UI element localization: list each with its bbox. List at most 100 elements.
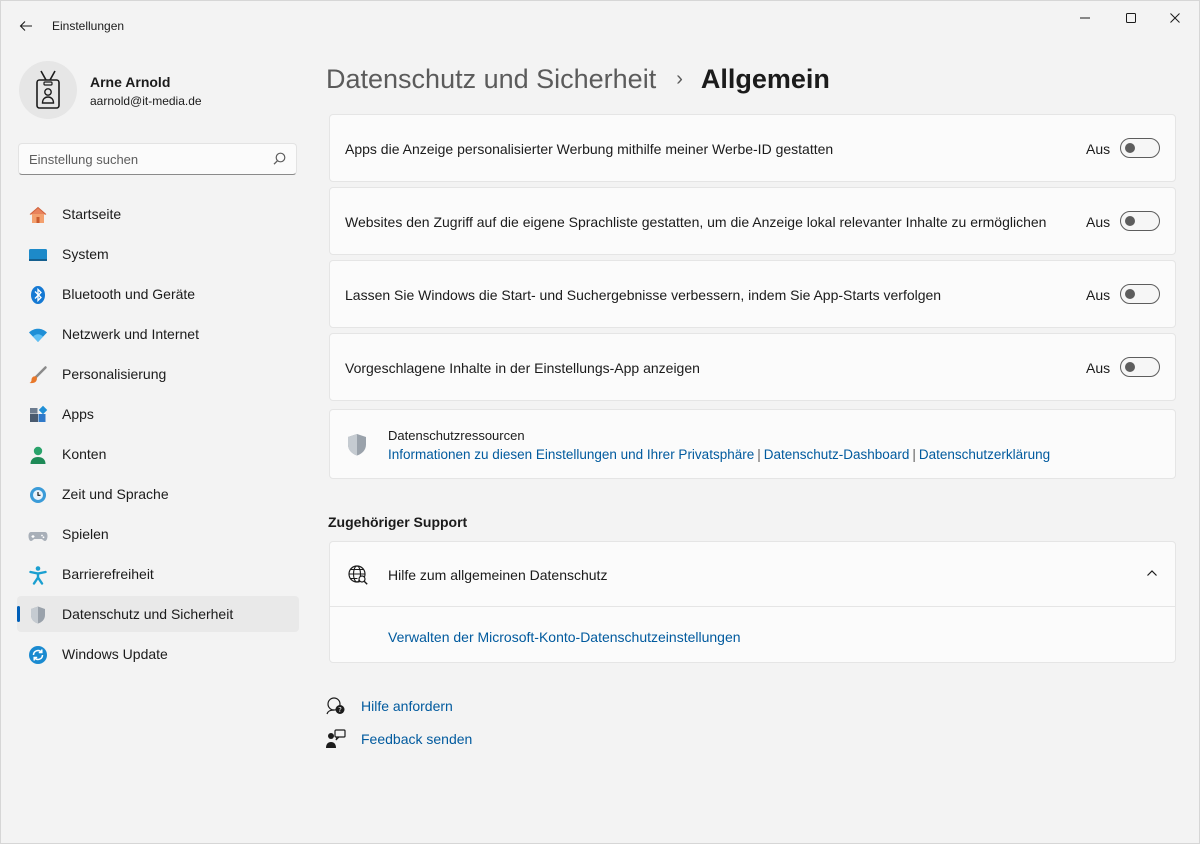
setting-card-vorgeschlagene-inhalte: Vorgeschlagene Inhalte in der Einstellun… bbox=[329, 333, 1176, 401]
toggle-knob bbox=[1125, 143, 1135, 153]
privacy-resources-card: Datenschutzressourcen Informationen zu d… bbox=[329, 409, 1176, 479]
brush-icon bbox=[28, 365, 48, 385]
sidebar-item-label: Zeit und Sprache bbox=[62, 486, 169, 502]
maximize-icon bbox=[1126, 13, 1136, 23]
sidebar-item-system[interactable]: System bbox=[17, 236, 299, 272]
toggle-switch[interactable] bbox=[1120, 138, 1160, 158]
link-separator: | bbox=[757, 447, 761, 462]
sidebar-item-konten[interactable]: Konten bbox=[17, 436, 299, 472]
sidebar-item-windows-update[interactable]: Windows Update bbox=[17, 636, 299, 672]
minimize-button[interactable] bbox=[1063, 1, 1107, 35]
page-title: Allgemein bbox=[700, 63, 830, 94]
sidebar-item-spielen[interactable]: Spielen bbox=[17, 516, 299, 552]
sidebar-item-netzwerk[interactable]: Netzwerk und Internet bbox=[17, 316, 299, 352]
setting-card-app-starts: Lassen Sie Windows die Start- und Sucher… bbox=[329, 260, 1176, 328]
resources-links: Informationen zu diesen Einstellungen un… bbox=[388, 447, 1050, 462]
sidebar-item-label: System bbox=[62, 246, 109, 262]
privacy-statement-link[interactable]: Datenschutzerklärung bbox=[919, 447, 1050, 462]
bluetooth-icon bbox=[28, 285, 48, 305]
home-icon bbox=[28, 205, 48, 225]
account-icon bbox=[28, 445, 48, 465]
sidebar-item-label: Startseite bbox=[62, 206, 122, 222]
update-icon bbox=[28, 645, 48, 665]
clock-globe-icon bbox=[28, 485, 48, 505]
apps-icon bbox=[28, 405, 48, 425]
toggle-knob bbox=[1125, 289, 1135, 299]
system-icon bbox=[28, 245, 48, 265]
toggle-switch[interactable] bbox=[1120, 284, 1160, 304]
setting-label: Apps die Anzeige personalisierter Werbun… bbox=[345, 141, 834, 157]
shield-icon bbox=[348, 434, 366, 456]
send-feedback-link[interactable]: Feedback senden bbox=[326, 728, 472, 750]
help-icon: ? bbox=[326, 696, 346, 716]
privacy-info-link[interactable]: Informationen zu diesen Einstellungen un… bbox=[388, 447, 754, 462]
toggle-state-text: Aus bbox=[1086, 360, 1111, 376]
setting-label: Lassen Sie Windows die Start- und Sucher… bbox=[345, 287, 942, 303]
svg-text:?: ? bbox=[338, 706, 342, 714]
back-arrow-icon bbox=[19, 21, 32, 31]
search-icon bbox=[273, 152, 286, 165]
search-placeholder: Einstellung suchen bbox=[29, 152, 139, 167]
accessibility-icon bbox=[28, 565, 48, 585]
id-badge-icon bbox=[36, 70, 60, 109]
sidebar-item-personalisierung[interactable]: Personalisierung bbox=[17, 356, 299, 392]
sidebar-item-zeit[interactable]: Zeit und Sprache bbox=[17, 476, 299, 512]
wifi-icon bbox=[28, 325, 48, 345]
toggle-state-text: Aus bbox=[1086, 141, 1111, 157]
close-icon bbox=[1170, 13, 1180, 23]
close-button[interactable] bbox=[1153, 1, 1197, 35]
title-bar: Einstellungen bbox=[1, 1, 1200, 49]
gamepad-icon bbox=[28, 525, 48, 545]
shield-icon bbox=[28, 605, 48, 625]
sidebar-item-label: Datenschutz und Sicherheit bbox=[62, 606, 234, 622]
setting-card-sprachliste: Websites den Zugriff auf die eigene Spra… bbox=[329, 187, 1176, 255]
privacy-dashboard-link[interactable]: Datenschutz-Dashboard bbox=[764, 447, 910, 462]
related-support-heading: Zugehöriger Support bbox=[328, 514, 468, 530]
sidebar-item-apps[interactable]: Apps bbox=[17, 396, 299, 432]
toggle-switch[interactable] bbox=[1120, 357, 1160, 377]
toggle-state-text: Aus bbox=[1086, 214, 1111, 230]
chevron-up-icon bbox=[1147, 570, 1157, 576]
sidebar-item-label: Netzwerk und Internet bbox=[62, 326, 199, 342]
feedback-icon bbox=[326, 729, 346, 749]
back-button[interactable] bbox=[13, 13, 39, 39]
sidebar-item-barrierefreiheit[interactable]: Barrierefreiheit bbox=[17, 556, 299, 592]
sidebar-item-bluetooth[interactable]: Bluetooth und Geräte bbox=[17, 276, 299, 312]
minimize-icon bbox=[1080, 17, 1090, 19]
maximize-button[interactable] bbox=[1109, 1, 1153, 35]
get-help-label: Hilfe anfordern bbox=[361, 698, 453, 714]
get-help-link[interactable]: ? Hilfe anfordern bbox=[326, 695, 453, 717]
toggle-knob bbox=[1125, 216, 1135, 226]
setting-card-werbe-id: Apps die Anzeige personalisierter Werbun… bbox=[329, 114, 1176, 182]
breadcrumb-parent[interactable]: Datenschutz und Sicherheit bbox=[326, 64, 656, 95]
sidebar-item-startseite[interactable]: Startseite bbox=[17, 196, 299, 232]
sidebar-item-label: Windows Update bbox=[62, 646, 168, 662]
sidebar-item-label: Konten bbox=[62, 446, 107, 462]
support-card: Hilfe zum allgemeinen Datenschutz Verwal… bbox=[329, 541, 1176, 663]
app-title: Einstellungen bbox=[52, 19, 125, 33]
support-expander-header[interactable]: Hilfe zum allgemeinen Datenschutz bbox=[330, 542, 1175, 607]
link-separator: | bbox=[912, 447, 916, 462]
settings-window: Einstellungen Arne Arnold aarnold@it-med… bbox=[0, 0, 1200, 844]
sidebar-item-label: Apps bbox=[62, 406, 94, 422]
toggle-knob bbox=[1125, 362, 1135, 372]
support-item-title: Hilfe zum allgemeinen Datenschutz bbox=[388, 567, 608, 583]
sidebar-item-label: Spielen bbox=[62, 526, 109, 542]
sidebar-item-label: Personalisierung bbox=[62, 366, 167, 382]
sidebar-item-label: Bluetooth und Geräte bbox=[62, 286, 196, 302]
sidebar-item-datenschutz[interactable]: Datenschutz und Sicherheit bbox=[17, 596, 299, 632]
avatar[interactable] bbox=[19, 61, 77, 119]
setting-label: Websites den Zugriff auf die eigene Spra… bbox=[345, 214, 1047, 230]
toggle-switch[interactable] bbox=[1120, 211, 1160, 231]
breadcrumb-separator-icon: › bbox=[676, 67, 683, 90]
globe-search-icon bbox=[348, 565, 368, 585]
breadcrumb: Datenschutz und Sicherheit › Allgemein bbox=[326, 59, 830, 99]
user-email: aarnold@it-media.de bbox=[90, 94, 202, 108]
resources-title: Datenschutzressourcen bbox=[388, 428, 525, 443]
sidebar-item-label: Barrierefreiheit bbox=[62, 566, 154, 582]
user-name: Arne Arnold bbox=[90, 74, 171, 90]
toggle-state-text: Aus bbox=[1086, 287, 1111, 303]
search-input[interactable]: Einstellung suchen bbox=[18, 143, 297, 175]
sidebar-nav: Startseite System Bluetooth und Geräte N… bbox=[17, 196, 299, 676]
manage-account-privacy-link[interactable]: Verwalten der Microsoft-Konto-Datenschut… bbox=[388, 629, 741, 645]
